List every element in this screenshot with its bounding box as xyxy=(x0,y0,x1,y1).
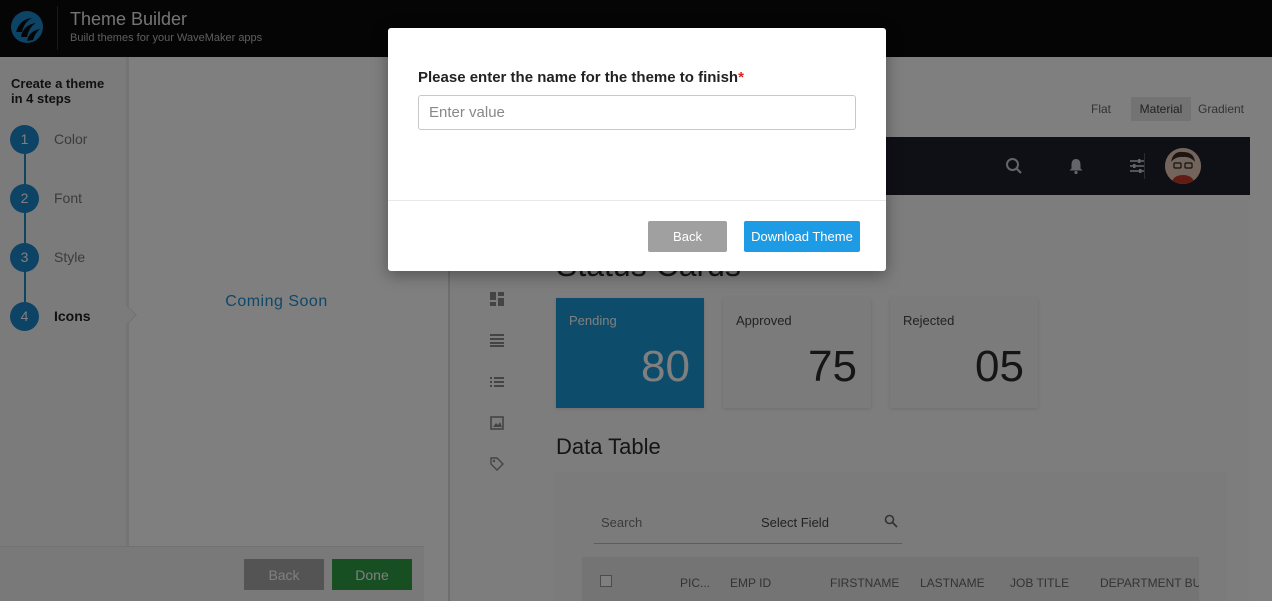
theme-name-label-text: Please enter the name for the theme to f… xyxy=(418,69,739,86)
theme-name-dialog: Please enter the name for the theme to f… xyxy=(388,28,886,271)
modal-back-button[interactable]: Back xyxy=(648,221,727,252)
modal-divider xyxy=(388,200,886,201)
download-theme-button[interactable]: Download Theme xyxy=(744,221,860,252)
theme-name-input[interactable] xyxy=(418,95,856,130)
required-marker: * xyxy=(738,69,744,86)
theme-name-label: Please enter the name for the theme to f… xyxy=(418,69,744,86)
